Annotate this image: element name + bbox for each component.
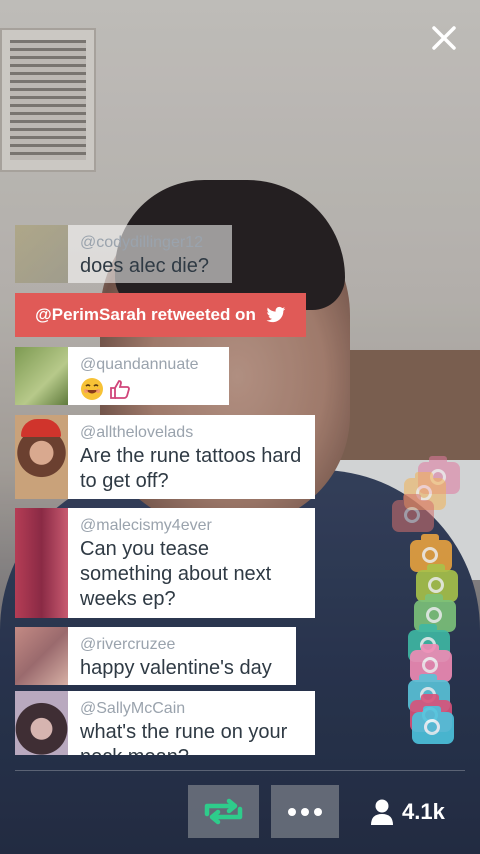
retweet-icon (204, 798, 243, 825)
username: @malecismy4ever (80, 517, 212, 534)
username: @quandannuate (80, 356, 199, 373)
message-text: does alec die? (80, 255, 209, 277)
username: @SallyMcCain (80, 700, 186, 717)
retweet-button[interactable] (188, 785, 259, 838)
thumbs-up-emoji (110, 380, 130, 399)
reaction-camera-icon (412, 706, 454, 744)
message-bubble: @SallyMcCain what's the rune on your nec… (68, 691, 315, 755)
message-text: what's the rune on your neck mean? (80, 721, 288, 755)
more-options-button[interactable] (271, 785, 339, 838)
twitter-icon (266, 306, 285, 323)
message-bubble: @malecismy4ever Can you tease something … (68, 508, 315, 618)
smiling-face-emoji (81, 378, 103, 400)
avatar (15, 225, 68, 283)
chat-message: @allthelovelads Are the rune tattoos har… (15, 415, 315, 499)
avatar (15, 415, 68, 499)
message-text: Can you tease something about next weeks… (80, 538, 272, 610)
message-text: happy valentine's day (80, 657, 272, 679)
message-text: Are the rune tattoos hard to get off? (80, 445, 302, 492)
avatar (15, 691, 68, 755)
message-bubble: @rivercruzee happy valentine's day (68, 627, 296, 685)
emoji-row (80, 376, 217, 402)
message-bubble: @codydillinger12 does alec die? (68, 225, 232, 283)
username: @codydillinger12 (80, 234, 203, 251)
username: @allthelovelads (80, 424, 194, 441)
chat-message: @codydillinger12 does alec die? (15, 225, 232, 283)
chat-message: @rivercruzee happy valentine's day (15, 627, 296, 685)
avatar (15, 508, 68, 618)
chat-message: @quandannuate (15, 347, 229, 405)
bottom-divider (15, 770, 465, 771)
reaction-camera-icon (392, 494, 434, 532)
message-bubble: @allthelovelads Are the rune tattoos har… (68, 415, 315, 499)
viewer-person-icon (371, 799, 393, 825)
chat-message: @malecismy4ever Can you tease something … (15, 508, 315, 618)
viewer-count-value: 4.1k (402, 799, 445, 824)
username: @rivercruzee (80, 636, 176, 653)
retweet-banner: @PerimSarah retweeted on (15, 293, 306, 337)
broadcast-view: @codydillinger12 does alec die? @PerimSa… (0, 0, 480, 854)
viewer-count[interactable]: 4.1k (370, 795, 445, 829)
avatar (15, 347, 68, 405)
more-dots-icon (288, 808, 322, 816)
avatar (15, 627, 68, 685)
chat-message: @SallyMcCain what's the rune on your nec… (15, 691, 315, 755)
retweet-banner-text: @PerimSarah retweeted on (35, 305, 256, 324)
message-bubble: @quandannuate (68, 347, 229, 405)
